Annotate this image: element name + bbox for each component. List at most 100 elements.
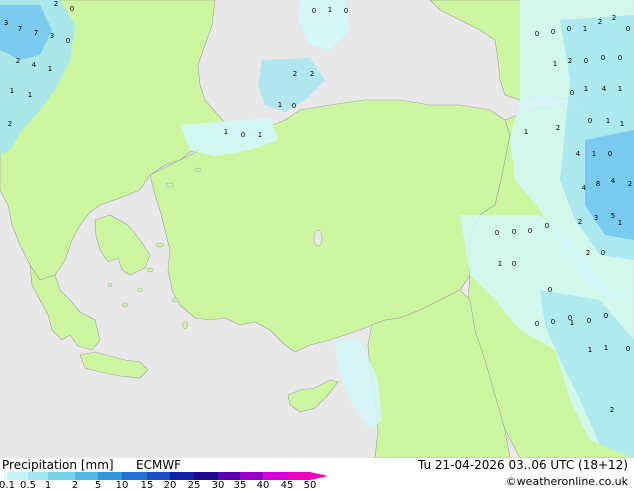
colorbar-segment — [147, 472, 170, 480]
colorbar-segment — [28, 472, 48, 480]
precip-value-label: 0 — [512, 260, 516, 268]
colorbar-tick-label: 45 — [280, 480, 294, 491]
colorbar-tick-label: 15 — [140, 480, 154, 491]
precip-value-label: 4 — [32, 61, 37, 69]
colorbar-tick-label: 0.5 — [20, 480, 36, 491]
precip-value-label: 0 — [618, 54, 622, 62]
precip-value-label: 3 — [4, 19, 8, 27]
precip-value-label: 1 — [48, 65, 52, 73]
colorbar-segment — [98, 472, 122, 480]
precip-value-label: 0 — [588, 117, 592, 125]
colorbar-tick-label: 25 — [187, 480, 201, 491]
precip-value-label: 2 — [310, 70, 314, 78]
precip-value-label: 4 — [576, 150, 581, 158]
precip-value-label: 4 — [602, 85, 607, 93]
precip-value-label: 7 — [34, 29, 38, 37]
precip-value-label: 2 — [293, 70, 297, 78]
colorbar-segment — [287, 472, 310, 480]
colorbar-tick-label: 10 — [115, 480, 129, 491]
precip-value-label: 2 — [628, 180, 632, 188]
colorbar-segment — [263, 472, 287, 480]
colorbar-arrow — [310, 472, 328, 480]
precip-value-label: 0 — [241, 131, 245, 139]
precip-value-label: 0 — [626, 345, 630, 353]
credit-link[interactable]: ©weatheronline.co.uk — [506, 475, 628, 488]
precip-value-label: 1 — [618, 219, 622, 227]
colorbar-tick-label: 1 — [44, 480, 52, 491]
precip-value-label: 0 — [535, 30, 539, 38]
precip-value-label: 0 — [551, 28, 555, 36]
precip-value-label: 1 — [224, 128, 228, 136]
precip-value-label: 0 — [66, 37, 70, 45]
precip-value-label: 1 — [28, 91, 32, 99]
precip-value-label: 0 — [528, 227, 532, 235]
precip-value-label: 0 — [587, 317, 591, 325]
precip-value-label: 0 — [626, 25, 630, 33]
precip-value-label: 1 — [498, 260, 502, 268]
precip-value-label: 4 — [611, 177, 616, 185]
precip-value-label: 2 — [8, 120, 12, 128]
colorbar-segment — [7, 472, 28, 480]
precip-value-label: 1 — [606, 117, 610, 125]
precip-value-label: 0 — [567, 25, 571, 33]
precip-value-label: 0 — [70, 5, 74, 13]
precip-value-label: 0 — [584, 57, 588, 65]
precip-value-label: 2 — [556, 124, 560, 132]
precip-value-label: 1 — [258, 131, 262, 139]
precip-value-label: 3 — [50, 32, 54, 40]
precip-value-label: 0 — [312, 7, 316, 15]
precip-value-label: 7 — [18, 25, 22, 33]
colorbar-segment — [75, 472, 98, 480]
precip-value-label: 1 — [278, 101, 282, 109]
colorbar-segment — [240, 472, 263, 480]
precip-value-label: 1 — [584, 85, 588, 93]
precip-value-label: 2 — [612, 14, 616, 22]
precip-value-label: 0 — [608, 150, 612, 158]
precip-value-label: 1 — [592, 150, 596, 158]
precip-value-label: 0 — [604, 312, 608, 320]
precip-value-label: 0 — [495, 229, 499, 237]
precip-value-label: 0 — [344, 7, 348, 15]
precip-value-label: 0 — [570, 89, 574, 97]
precip-value-label: 2 — [610, 406, 614, 414]
precip-value-label: 0 — [548, 286, 552, 294]
precip-value-label: 1 — [583, 25, 587, 33]
precip-value-label: 8 — [596, 180, 600, 188]
precipitation-map: 3 7 7 3 0 2 0 2 4 1 1 1 2 0 1 0 2 2 1 0 1 0 1 0 0 0 1 2 2 0 1 2 0 0 0 4 1 1 0 0… — [0, 0, 634, 458]
colorbar-segment — [170, 472, 194, 480]
precip-value-label: 1 — [10, 87, 14, 95]
precip-value-label: 2 — [16, 57, 20, 65]
colorbar-tick-label: 40 — [256, 480, 270, 491]
precip-value-label: 0 — [601, 249, 605, 257]
colorbar-tick-label: 5 — [94, 480, 102, 491]
precip-value-label: 1 — [524, 128, 528, 136]
precip-value-label: 5 — [611, 212, 615, 220]
product-title: Precipitation [mm] — [2, 458, 114, 472]
precip-value-label: 2 — [578, 218, 582, 226]
precip-value-label: 0 — [292, 102, 296, 110]
precip-value-label: 0 — [601, 54, 605, 62]
precip-value-label: 1 — [553, 60, 557, 68]
lake-tuz — [313, 229, 323, 247]
colorbar-tick-label: 30 — [211, 480, 225, 491]
colorbar-segment — [194, 472, 218, 480]
colorbar-tick-label: 50 — [303, 480, 317, 491]
precip-value-label: 2 — [586, 249, 590, 257]
precip-value-label: 1 — [328, 6, 332, 14]
colorbar-tick-label: 0.1 — [0, 480, 15, 491]
footer-bar: Precipitation [mm] ECMWF Tu 21-04-2026 0… — [0, 458, 634, 491]
precip-value-label: 3 — [594, 214, 598, 222]
precip-value-label: 1 — [620, 120, 624, 128]
precip-value-label: 1 — [570, 319, 574, 327]
colorbar-segment — [122, 472, 147, 480]
precip-value-label: 1 — [588, 346, 592, 354]
precip-value-label: 1 — [618, 85, 622, 93]
precip-value-label: 0 — [545, 222, 549, 230]
valid-time: Tu 21-04-2026 03..06 UTC (18+12) — [417, 458, 628, 472]
colorbar-tick-label: 20 — [163, 480, 177, 491]
colorbar-tick-label: 35 — [233, 480, 247, 491]
colorbar-tick-label: 2 — [71, 480, 79, 491]
precip-value-label: 0 — [535, 320, 539, 328]
colorbar-segment — [48, 472, 75, 480]
model-name: ECMWF — [136, 458, 182, 472]
